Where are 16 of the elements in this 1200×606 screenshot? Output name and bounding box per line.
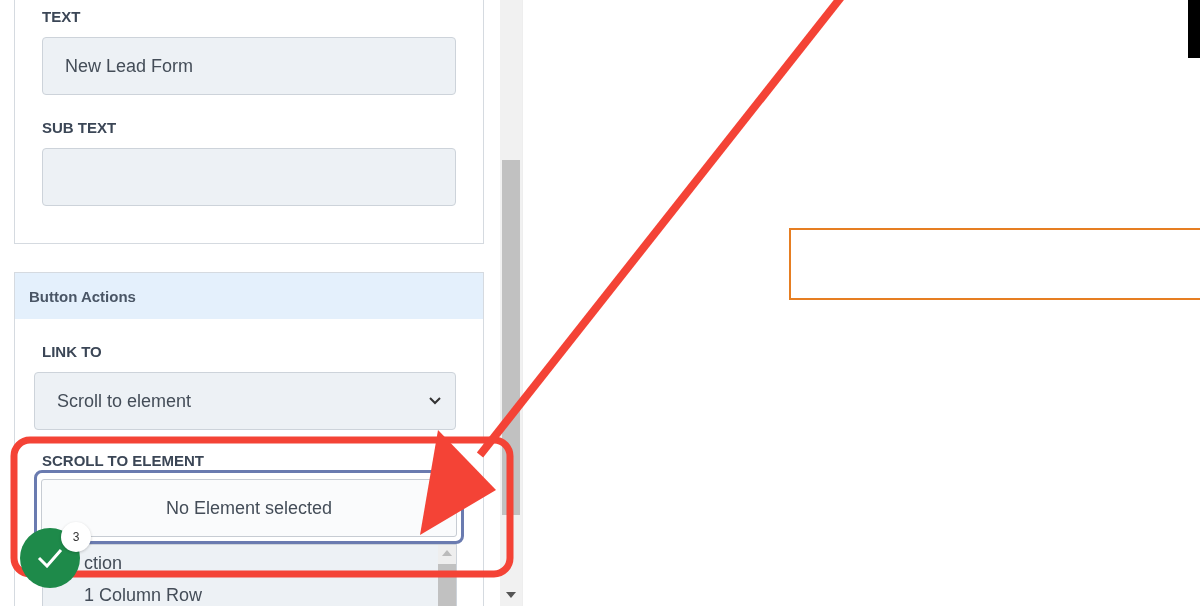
chevron-down-icon	[429, 397, 441, 405]
dark-block	[1188, 0, 1200, 58]
field-label: TEXT	[42, 8, 82, 26]
scroll-down-icon	[506, 592, 516, 598]
checkmark-icon	[37, 548, 63, 568]
field-label: SCROLL TO ELEMENT	[41, 452, 205, 470]
link-to-dropdown[interactable]: Scroll to element	[34, 372, 456, 430]
element-option[interactable]: 1 Column Row	[84, 579, 438, 606]
section-header: Button Actions	[15, 273, 483, 319]
field-label: SUB TEXT	[42, 119, 118, 137]
selected-element-outline[interactable]	[789, 228, 1200, 300]
panel-scrollbar[interactable]	[500, 0, 522, 606]
text-field[interactable]: New Lead Form	[42, 37, 456, 95]
scroll-up-icon	[442, 550, 452, 556]
sub-text-field[interactable]	[42, 148, 456, 206]
field-label: LINK TO	[41, 343, 103, 361]
